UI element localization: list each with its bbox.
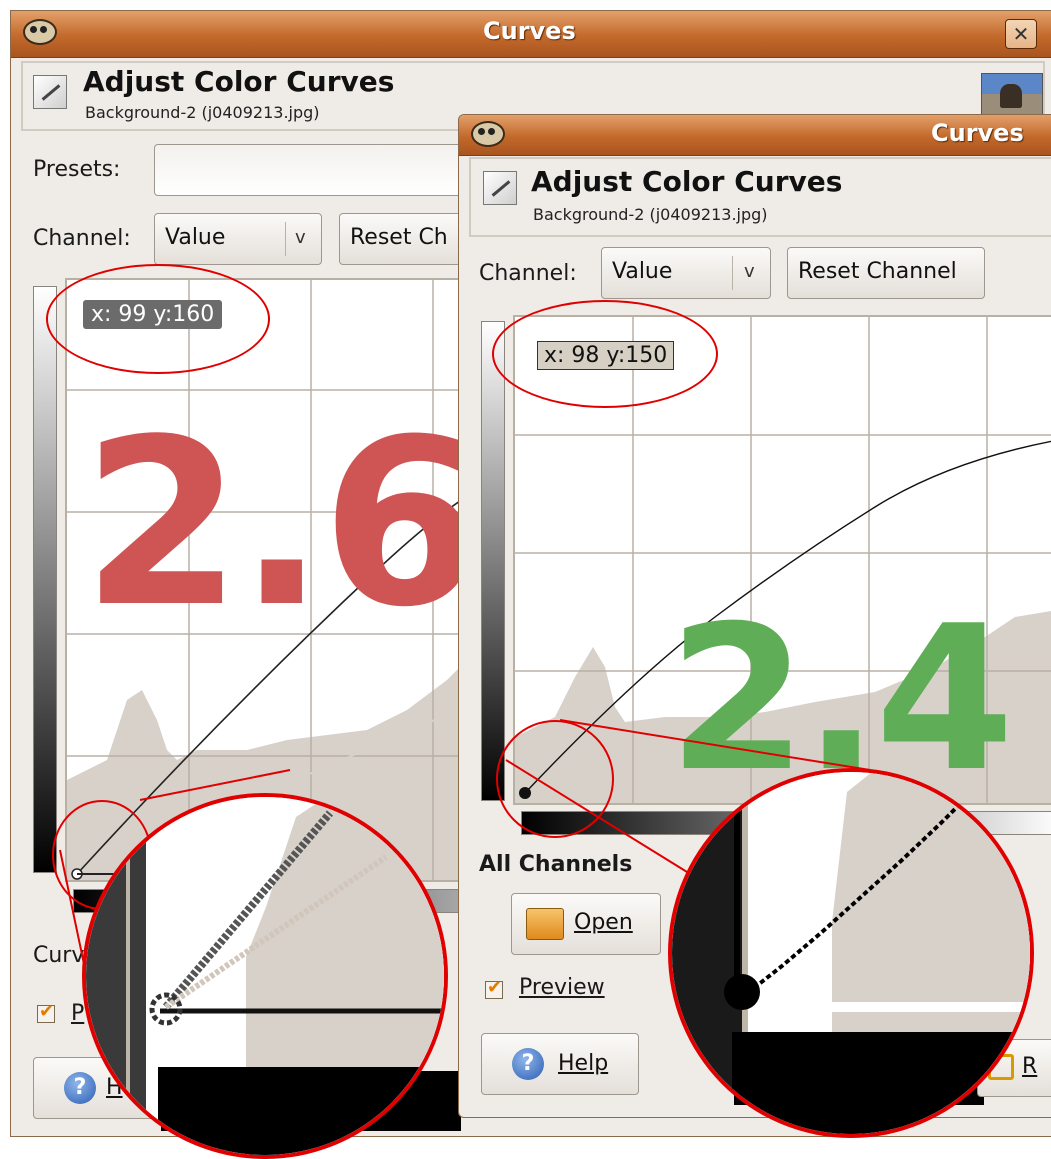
- image-thumbnail-icon: [981, 73, 1043, 119]
- front-window-title: Curves: [931, 119, 1024, 147]
- open-button-label: Open: [574, 910, 633, 935]
- presets-label: Presets:: [33, 157, 121, 182]
- close-icon[interactable]: ✕: [1005, 19, 1037, 49]
- curves-tool-icon: [483, 171, 517, 205]
- help-icon: ?: [512, 1048, 544, 1080]
- front-preview-checkbox[interactable]: [485, 977, 503, 999]
- front-readout-highlight: [492, 300, 718, 408]
- back-curve-type-label: Curv: [33, 943, 85, 968]
- back-channel-label: Channel:: [33, 226, 131, 251]
- version-2-6-label: 2.6: [82, 391, 481, 658]
- combo-separator: [732, 256, 733, 290]
- front-header: Adjust Color Curves Background-2 (j04092…: [469, 157, 1051, 237]
- front-channel-value: Value: [612, 259, 673, 284]
- back-preview-checkbox[interactable]: [37, 1001, 55, 1023]
- front-help-label: Help: [558, 1051, 609, 1076]
- back-window-title: Curves: [483, 17, 576, 45]
- front-channel-label: Channel:: [479, 261, 577, 286]
- back-value-gradient-bar: [33, 286, 57, 873]
- front-titlebar[interactable]: Curves: [459, 115, 1051, 156]
- back-zoom-magnifier: [82, 793, 448, 1159]
- back-header-title: Adjust Color Curves: [83, 65, 395, 98]
- all-channels-label: All Channels: [479, 852, 633, 877]
- back-reset-label: Reset Ch: [350, 225, 448, 250]
- front-help-button[interactable]: ? Help: [481, 1033, 639, 1095]
- front-reset-channel-button[interactable]: Reset Channel: [787, 247, 985, 299]
- front-zoom-magnifier: [668, 768, 1034, 1138]
- back-readout-highlight: [46, 264, 270, 374]
- front-origin-highlight: [496, 720, 614, 838]
- curves-tool-icon: [33, 75, 67, 109]
- open-button[interactable]: Open: [511, 893, 661, 955]
- front-channel-select[interactable]: Value v: [601, 247, 771, 299]
- folder-open-icon: [526, 908, 564, 940]
- front-header-title: Adjust Color Curves: [531, 165, 843, 198]
- chevron-down-icon: v: [295, 227, 306, 248]
- wilber-icon: [471, 121, 505, 147]
- back-titlebar[interactable]: Curves ✕: [11, 11, 1051, 58]
- combo-separator: [285, 222, 286, 256]
- front-reset-label: Reset Channel: [798, 259, 957, 284]
- front-header-subtitle: Background-2 (j0409213.jpg): [533, 205, 768, 224]
- back-preview-label: P: [71, 1001, 85, 1026]
- back-header-subtitle: Background-2 (j0409213.jpg): [85, 103, 320, 122]
- back-channel-select[interactable]: Value v: [154, 213, 322, 265]
- back-channel-value: Value: [165, 225, 226, 250]
- front-preview-label: Preview: [519, 975, 605, 1000]
- wilber-icon: [23, 19, 57, 45]
- front-value-gradient-bar: [481, 321, 505, 801]
- chevron-down-icon: v: [744, 261, 755, 282]
